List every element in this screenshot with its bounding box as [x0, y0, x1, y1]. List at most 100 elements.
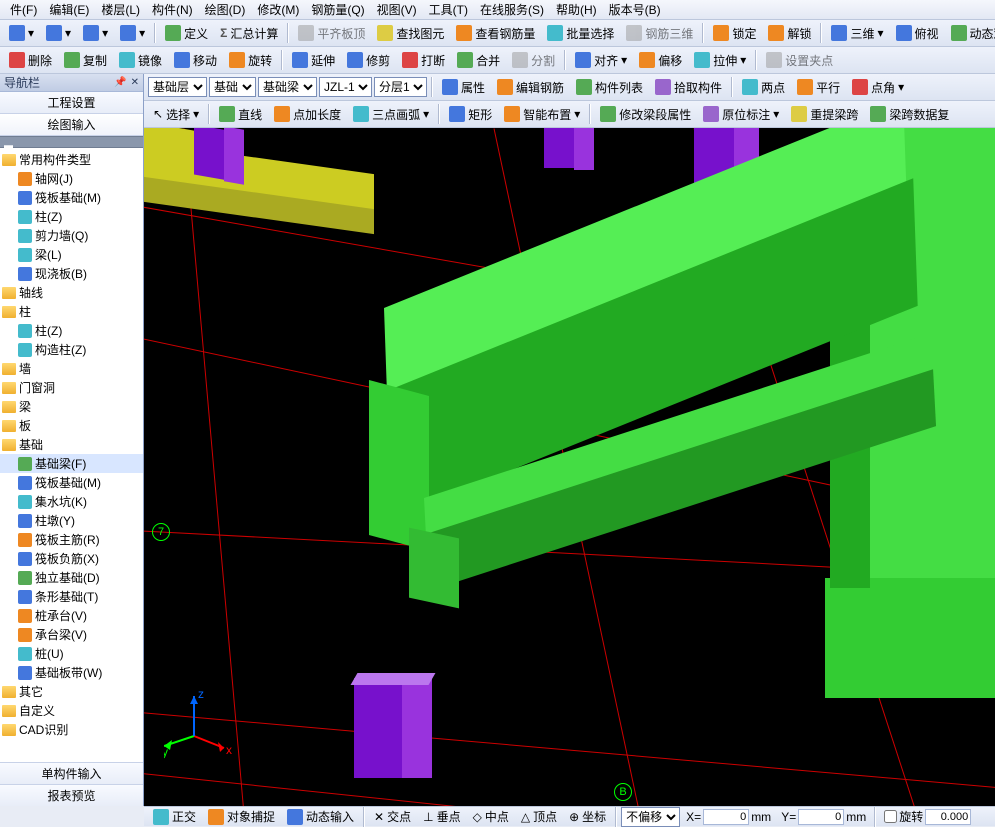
rotate-input[interactable]: [925, 809, 971, 825]
menu-member[interactable]: 构件(N): [146, 1, 199, 18]
memlist-button[interactable]: 构件列表: [571, 77, 648, 98]
rebar3d-button[interactable]: 钢筋三维: [621, 23, 698, 44]
tree-item[interactable]: 桩(U): [0, 644, 143, 663]
tree-folder[interactable]: 板: [0, 416, 143, 435]
ortho-toggle[interactable]: 正交: [148, 806, 201, 827]
tree-folder[interactable]: 墙: [0, 359, 143, 378]
line-button[interactable]: 直线: [214, 104, 267, 125]
snap-toggle[interactable]: 对象捕捉: [203, 806, 280, 827]
smart-button[interactable]: 智能布置▾: [499, 104, 585, 125]
move-button[interactable]: 移动: [169, 50, 222, 71]
delete-button[interactable]: 删除: [4, 50, 57, 71]
beamprop-button[interactable]: 修改梁段属性: [595, 104, 696, 125]
tree-folder[interactable]: 自定义: [0, 701, 143, 720]
tree-item[interactable]: 独立基础(D): [0, 568, 143, 587]
mirror-button[interactable]: 镜像: [114, 50, 167, 71]
trim-button[interactable]: 修剪: [342, 50, 395, 71]
beamdata-button[interactable]: 梁跨数据复: [865, 104, 954, 125]
menu-floor[interactable]: 楼层(L): [95, 1, 146, 18]
parallel-button[interactable]: 平行: [792, 77, 845, 98]
rebar-button[interactable]: 查看钢筋量: [451, 23, 540, 44]
rotate-button[interactable]: 旋转: [224, 50, 277, 71]
tab-project-settings[interactable]: 工程设置: [0, 92, 143, 114]
stretch-button[interactable]: 拉伸▾: [689, 50, 751, 71]
angle-button[interactable]: 点角▾: [847, 77, 909, 98]
break-button[interactable]: 打断: [397, 50, 450, 71]
menu-file[interactable]: 件(F): [4, 1, 43, 18]
view3d-button[interactable]: 三维▾: [826, 23, 888, 44]
mid-snap[interactable]: ◇中点: [468, 806, 514, 827]
tree-item[interactable]: 构造柱(Z): [0, 340, 143, 359]
menu-edit[interactable]: 编辑(E): [43, 1, 95, 18]
type-combo[interactable]: 基础梁: [258, 77, 317, 97]
category-combo[interactable]: 基础: [209, 77, 256, 97]
tree-folder[interactable]: 轴线: [0, 283, 143, 302]
save-button[interactable]: ▾: [41, 23, 76, 43]
offset-mode-combo[interactable]: 不偏移: [621, 807, 680, 827]
tree-item[interactable]: 剪力墙(Q): [0, 226, 143, 245]
menu-modify[interactable]: 修改(M): [251, 1, 305, 18]
tree-folder[interactable]: 梁: [0, 397, 143, 416]
tab-draw-input[interactable]: 绘图输入: [0, 114, 143, 136]
grip-button[interactable]: 设置夹点: [761, 50, 838, 71]
tab-report-preview[interactable]: 报表预览: [0, 784, 143, 806]
tree-item[interactable]: 集水坑(K): [0, 492, 143, 511]
tree-folder[interactable]: 常用构件类型: [0, 150, 143, 169]
extend-button[interactable]: 延伸: [287, 50, 340, 71]
viewport-3d[interactable]: 7 B x y z: [144, 128, 995, 806]
layer-combo[interactable]: 分层1: [374, 77, 427, 97]
tree-folder[interactable]: 基础: [0, 435, 143, 454]
align-button[interactable]: 对齐▾: [570, 50, 632, 71]
menu-online[interactable]: 在线服务(S): [474, 1, 550, 18]
merge-button[interactable]: 合并: [452, 50, 505, 71]
tree-item[interactable]: 现浇板(B): [0, 264, 143, 283]
y-input[interactable]: [798, 809, 844, 825]
tree-item[interactable]: 梁(L): [0, 245, 143, 264]
tree-item[interactable]: 柱(Z): [0, 207, 143, 226]
close-icon[interactable]: ✕: [131, 77, 139, 88]
x-input[interactable]: [703, 809, 749, 825]
tree-item[interactable]: 柱墩(Y): [0, 511, 143, 530]
tree-item[interactable]: 承台梁(V): [0, 625, 143, 644]
rotate-checkbox[interactable]: [884, 810, 897, 823]
dynview-button[interactable]: 动态观察: [946, 23, 995, 44]
extlen-button[interactable]: 点加长度: [269, 104, 346, 125]
prop-button[interactable]: 属性: [437, 77, 490, 98]
pick-button[interactable]: 拾取构件: [650, 77, 727, 98]
tree-folder[interactable]: 门窗洞: [0, 378, 143, 397]
tree-item[interactable]: 基础板带(W): [0, 663, 143, 682]
copy-button[interactable]: 复制: [59, 50, 112, 71]
menu-help[interactable]: 帮助(H): [550, 1, 603, 18]
top-snap[interactable]: △顶点: [516, 806, 562, 827]
tree-folder[interactable]: 柱: [0, 302, 143, 321]
editrebar-button[interactable]: 编辑钢筋: [492, 77, 569, 98]
tree-item[interactable]: 轴网(J): [0, 169, 143, 188]
undo-button[interactable]: ▾: [78, 23, 113, 43]
tab-single-member[interactable]: 单构件输入: [0, 762, 143, 784]
unlock-button[interactable]: 解锁: [763, 23, 816, 44]
member-combo[interactable]: JZL-1: [319, 77, 372, 97]
twopt-button[interactable]: 两点: [737, 77, 790, 98]
find-button[interactable]: 查找图元: [372, 23, 449, 44]
tree-item[interactable]: 条形基础(T): [0, 587, 143, 606]
menu-view[interactable]: 视图(V): [371, 1, 423, 18]
define-button[interactable]: 定义: [160, 23, 213, 44]
split-button[interactable]: 分割: [507, 50, 560, 71]
level-button[interactable]: 平齐板顶: [293, 23, 370, 44]
menu-version[interactable]: 版本号(B): [603, 1, 667, 18]
relift-button[interactable]: 重提梁跨: [786, 104, 863, 125]
rect-button[interactable]: 矩形: [444, 104, 497, 125]
arc3-button[interactable]: 三点画弧▾: [348, 104, 434, 125]
tree-item[interactable]: 筏板基础(M): [0, 188, 143, 207]
persp-button[interactable]: 俯视: [891, 23, 944, 44]
menu-rebar[interactable]: 钢筋量(Q): [305, 1, 370, 18]
nav-strip[interactable]: ▬: [0, 136, 143, 148]
redo-button[interactable]: ▾: [115, 23, 150, 43]
batch-button[interactable]: 批量选择: [542, 23, 619, 44]
tree-item[interactable]: 柱(Z): [0, 321, 143, 340]
origlabel-button[interactable]: 原位标注▾: [698, 104, 784, 125]
nav-tree[interactable]: 常用构件类型轴网(J)筏板基础(M)柱(Z)剪力墙(Q)梁(L)现浇板(B)轴线…: [0, 148, 143, 762]
tree-item[interactable]: 筏板基础(M): [0, 473, 143, 492]
tree-item[interactable]: 基础梁(F): [0, 454, 143, 473]
coord-snap[interactable]: ⊕坐标: [564, 806, 611, 827]
